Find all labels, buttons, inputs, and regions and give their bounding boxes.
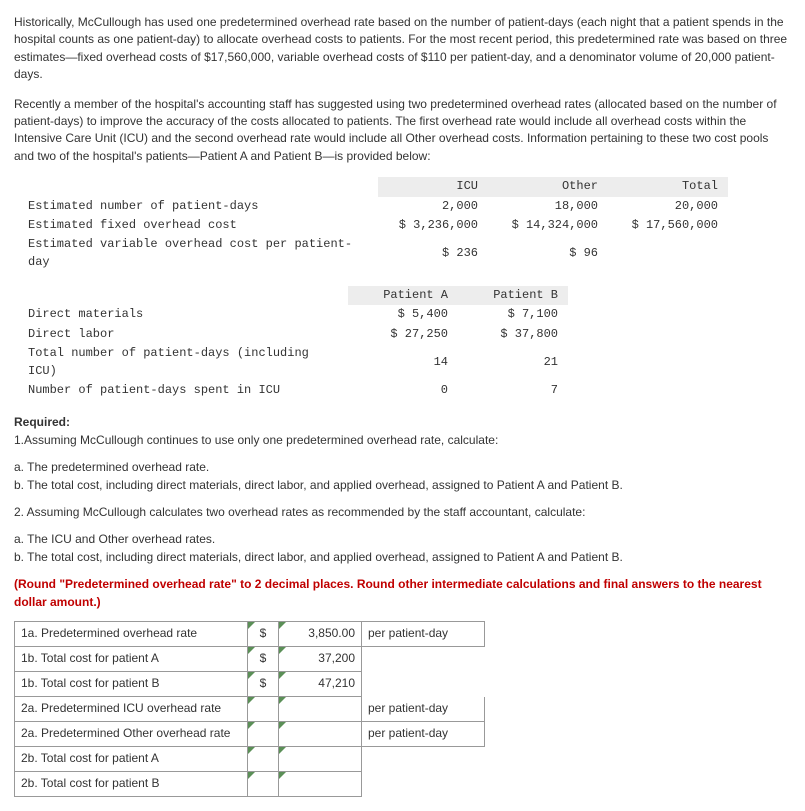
rounding-note: (Round "Predetermined overhead rate" to … [14, 576, 791, 611]
value-cell[interactable]: 37,200 [279, 646, 362, 671]
answer-label: 1a. Predetermined overhead rate [15, 621, 248, 646]
answer-label: 2a. Predetermined Other overhead rate [15, 721, 248, 746]
row-label: Estimated number of patient-days [18, 197, 378, 216]
currency-cell[interactable]: $ [248, 671, 279, 696]
unit-cell: per patient-day [362, 621, 485, 646]
currency-cell[interactable]: $ [248, 646, 279, 671]
cell: $ 3,236,000 [378, 216, 488, 235]
value-cell[interactable] [279, 771, 362, 796]
cell: 20,000 [608, 197, 728, 216]
value-cell[interactable] [279, 696, 362, 721]
unit-cell [362, 646, 485, 671]
problem-intro: Historically, McCullough has used one pr… [14, 14, 791, 165]
intro-paragraph-2: Recently a member of the hospital's acco… [14, 96, 791, 166]
currency-cell[interactable] [248, 696, 279, 721]
cell: $ 5,400 [348, 305, 458, 324]
col-icu: ICU [378, 177, 488, 196]
answer-label: 2b. Total cost for patient A [15, 746, 248, 771]
value-cell[interactable] [279, 721, 362, 746]
cell: 7 [458, 381, 568, 400]
answer-row: 2a. Predetermined Other overhead rate per… [15, 721, 485, 746]
req-1a: a. The predetermined overhead rate. [14, 459, 791, 476]
unit-cell [362, 746, 485, 771]
value-cell[interactable]: 3,850.00 [279, 621, 362, 646]
unit-cell: per patient-day [362, 721, 485, 746]
row-label: Direct labor [18, 325, 348, 344]
req-1b: b. The total cost, including direct mate… [14, 477, 791, 494]
cell: $ 14,324,000 [488, 216, 608, 235]
cell: 0 [348, 381, 458, 400]
cell: $ 7,100 [458, 305, 568, 324]
answer-label: 2a. Predetermined ICU overhead rate [15, 696, 248, 721]
cell: 14 [348, 344, 458, 381]
answer-row: 1b. Total cost for patient B$47,210 [15, 671, 485, 696]
cell: $ 96 [488, 235, 608, 272]
value-cell[interactable]: 47,210 [279, 671, 362, 696]
col-total: Total [608, 177, 728, 196]
currency-cell[interactable]: $ [248, 621, 279, 646]
req-2: 2. Assuming McCullough calculates two ov… [14, 504, 791, 521]
value-cell[interactable] [279, 746, 362, 771]
cell: $ 17,560,000 [608, 216, 728, 235]
currency-cell[interactable] [248, 746, 279, 771]
col-patient-b: Patient B [458, 286, 568, 305]
answer-row: 2b. Total cost for patient A [15, 746, 485, 771]
row-label: Total number of patient-days (including … [18, 344, 348, 381]
row-label: Estimated variable overhead cost per pat… [18, 235, 378, 272]
row-label: Number of patient-days spent in ICU [18, 381, 348, 400]
req-2b: b. The total cost, including direct mate… [14, 549, 791, 566]
col-patient-a: Patient A [348, 286, 458, 305]
required-section: Required: 1.Assuming McCullough continue… [14, 414, 791, 611]
required-heading: Required: [14, 414, 791, 431]
currency-cell[interactable] [248, 721, 279, 746]
intro-paragraph-1: Historically, McCullough has used one pr… [14, 14, 791, 84]
col-other: Other [488, 177, 608, 196]
cell: 21 [458, 344, 568, 381]
answer-label: 2b. Total cost for patient B [15, 771, 248, 796]
patient-table: Patient A Patient B Direct materials $ 5… [18, 286, 568, 400]
cell: 2,000 [378, 197, 488, 216]
cell: $ 37,800 [458, 325, 568, 344]
answer-row: 1b. Total cost for patient A$37,200 [15, 646, 485, 671]
cell [608, 235, 728, 272]
currency-cell[interactable] [248, 771, 279, 796]
cost-pool-table: ICU Other Total Estimated number of pati… [18, 177, 728, 272]
cell: $ 27,250 [348, 325, 458, 344]
answer-label: 1b. Total cost for patient A [15, 646, 248, 671]
cell: 18,000 [488, 197, 608, 216]
req-1: 1.Assuming McCullough continues to use o… [14, 432, 791, 449]
unit-cell: per patient-day [362, 696, 485, 721]
unit-cell [362, 771, 485, 796]
answer-row: 1a. Predetermined overhead rate$3,850.00… [15, 621, 485, 646]
answer-row: 2a. Predetermined ICU overhead rate per p… [15, 696, 485, 721]
unit-cell [362, 671, 485, 696]
answer-label: 1b. Total cost for patient B [15, 671, 248, 696]
answer-row: 2b. Total cost for patient B [15, 771, 485, 796]
cell: $ 236 [378, 235, 488, 272]
req-2a: a. The ICU and Other overhead rates. [14, 531, 791, 548]
answer-table: 1a. Predetermined overhead rate$3,850.00… [14, 621, 485, 797]
row-label: Direct materials [18, 305, 348, 324]
row-label: Estimated fixed overhead cost [18, 216, 378, 235]
